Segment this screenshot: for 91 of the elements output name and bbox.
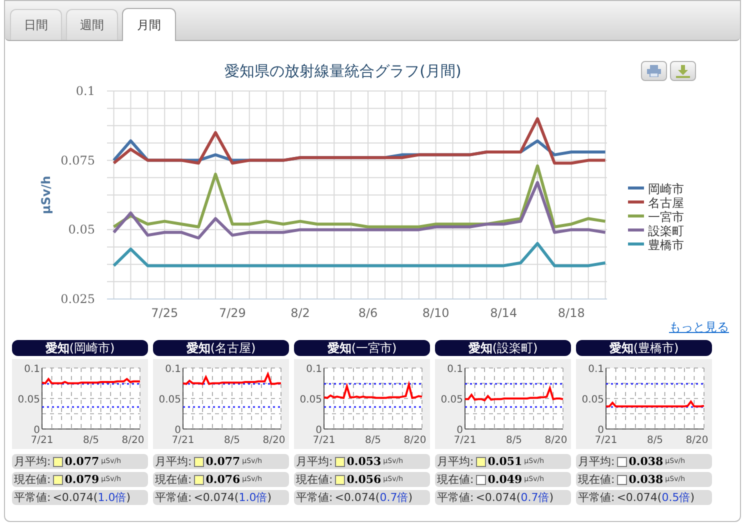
x-tick-label: 7/21 [172, 435, 194, 446]
x-tick-label: 8/5 [506, 435, 522, 446]
stat-label: 現在値: [578, 474, 615, 485]
x-tick-label: 8/20 [262, 435, 286, 446]
x-tick-label: 7/25 [151, 306, 178, 320]
x-tick-label: 8/20 [122, 435, 144, 446]
station-header: 愛知(岡崎市) [12, 340, 148, 356]
stat-label: 現在値: [296, 474, 333, 485]
stat-value: 0.076 [206, 474, 240, 485]
legend-label[interactable]: 岡崎市 [648, 182, 684, 196]
x-tick-label: 8/5 [646, 435, 664, 446]
y-axis-label: μSv/h [40, 176, 53, 214]
x-tick-label: 7/21 [454, 435, 476, 446]
tab[interactable]: 週間 [66, 9, 118, 40]
y-tick-label: 0.1 [165, 364, 181, 375]
normal-value: <0.074(0.5倍) [616, 492, 695, 503]
station-header: 愛知(豊橋市) [576, 340, 712, 356]
download-icon [676, 64, 690, 78]
legend-label[interactable]: 名古屋 [648, 196, 684, 210]
stat-value: 0.056 [346, 474, 382, 485]
y-tick-label: 0.05 [440, 394, 463, 406]
normal-value: <0.074(0.7倍) [476, 492, 554, 503]
printer-icon [647, 65, 661, 77]
x-tick-label: 7/21 [30, 435, 54, 446]
legend-label[interactable]: 設楽町 [648, 224, 684, 238]
x-tick-label: 8/20 [686, 435, 708, 446]
y-tick-label: 0.05 [300, 394, 322, 406]
y-tick-label: 0.1 [447, 364, 463, 375]
stat-label: 月平均: [14, 456, 51, 467]
x-tick-label: 7/29 [218, 306, 246, 320]
y-tick-label: 0.025 [60, 292, 95, 306]
legend-label[interactable]: 豊橋市 [648, 238, 684, 252]
y-tick-label: 0 [34, 425, 40, 436]
y-tick-label: 0.1 [76, 84, 95, 98]
y-tick-label: 0.05 [158, 394, 181, 406]
stat-label: 現在値: [14, 474, 51, 485]
more-link[interactable]: もっと見る [669, 318, 729, 336]
normal-value: <0.074(1.0倍) [194, 492, 272, 503]
x-tick-label: 8/5 [224, 435, 240, 446]
stat-value: 0.038 [628, 456, 664, 467]
x-tick-label: 8/14 [490, 306, 518, 320]
stat-label: 月平均: [296, 456, 333, 467]
x-tick-label: 8/6 [358, 306, 378, 320]
x-tick-label: 7/21 [312, 435, 336, 446]
stat-value: 0.053 [346, 456, 382, 467]
chart-title: 愛知県の放射線量統合グラフ(月間) [224, 60, 462, 82]
stat-value: 0.049 [488, 474, 522, 485]
station-header: 愛知(設楽町) [435, 340, 571, 356]
station-header: 愛知(名古屋) [153, 340, 289, 356]
y-tick-label: 0.1 [306, 364, 322, 375]
print-button[interactable] [641, 61, 667, 81]
stat-value: 0.051 [488, 456, 522, 467]
y-tick-label: 0.05 [18, 394, 40, 406]
y-tick-label: 0 [598, 425, 604, 436]
stat-label: 平常値: [437, 492, 474, 503]
y-tick-label: 0.1 [588, 364, 604, 375]
x-tick-label: 8/18 [558, 306, 585, 320]
tab[interactable]: 日間 [10, 9, 62, 40]
stat-label: 月平均: [155, 456, 192, 467]
x-tick-label: 7/21 [594, 435, 618, 446]
stat-label: 平常値: [296, 492, 333, 503]
y-tick-label: 0 [174, 425, 181, 436]
tab[interactable]: 月間 [122, 8, 176, 41]
stat-label: 月平均: [437, 456, 474, 467]
stat-label: 月平均: [578, 456, 615, 467]
download-button[interactable] [670, 61, 696, 81]
stat-label: 平常値: [14, 492, 51, 503]
stat-label: 現在値: [437, 474, 474, 485]
normal-value: <0.074(1.0倍) [52, 492, 131, 503]
y-tick-label: 0.075 [60, 153, 95, 168]
stat-value: 0.079 [64, 474, 100, 485]
x-tick-label: 8/20 [544, 435, 568, 446]
x-tick-label: 8/5 [82, 435, 100, 446]
y-tick-label: 0.05 [68, 222, 95, 237]
stat-label: 現在値: [155, 474, 192, 485]
stat-value: 0.077 [64, 456, 100, 467]
station-header: 愛知(一宮市) [294, 340, 430, 356]
stat-value: 0.077 [206, 456, 240, 467]
legend-label[interactable]: 一宮市 [648, 210, 684, 224]
x-tick-label: 8/20 [404, 435, 426, 446]
x-tick-label: 8/2 [290, 306, 310, 320]
stat-value: 0.038 [628, 474, 664, 485]
stat-label: 平常値: [578, 492, 615, 503]
y-tick-label: 0 [456, 425, 463, 436]
y-tick-label: 0 [316, 425, 322, 436]
x-tick-label: 8/5 [364, 435, 382, 446]
y-tick-label: 0.05 [582, 394, 604, 406]
y-tick-label: 0.1 [24, 364, 40, 375]
stat-label: 平常値: [155, 492, 192, 503]
x-tick-label: 8/10 [422, 306, 450, 320]
normal-value: <0.074(0.7倍) [334, 492, 413, 503]
